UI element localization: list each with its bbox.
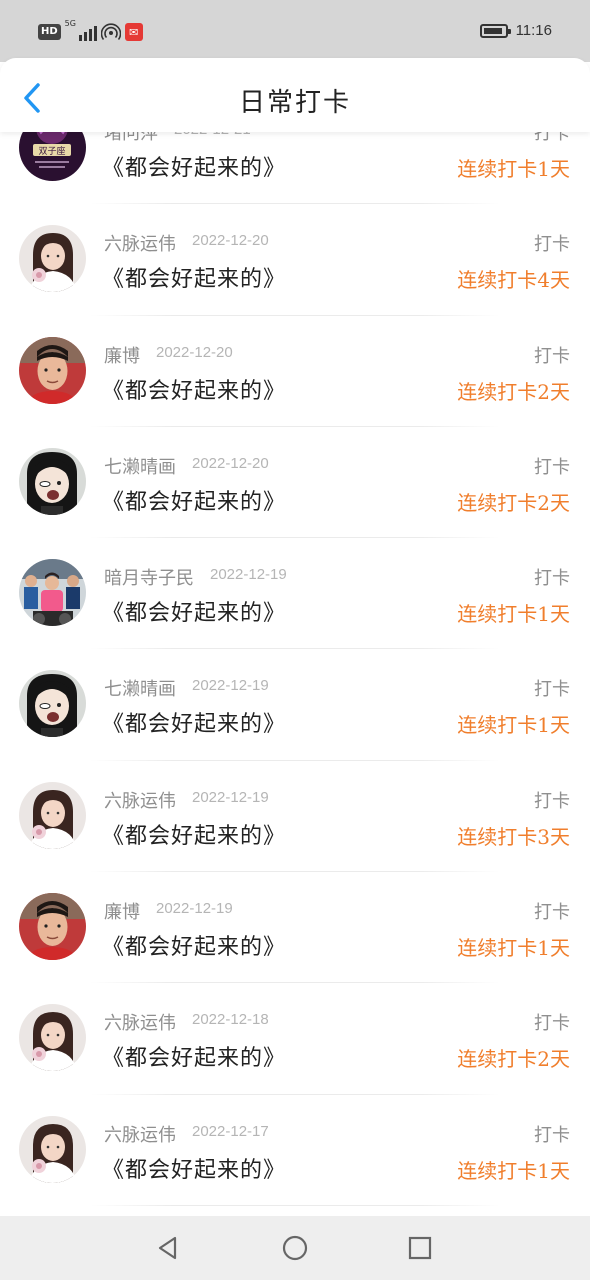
checkin-action-label: 打卡 (534, 1013, 570, 1035)
checkin-date: 2022-12-19 (192, 677, 269, 695)
user-name[interactable]: 廉博 (104, 342, 140, 368)
book-title[interactable]: 《都会好起来的》 (102, 150, 286, 182)
checkin-list-item[interactable]: 廉博 2022-12-20 打卡《都会好起来的》 连续打卡2天 (0, 316, 590, 427)
checkin-action-label: 打卡 (534, 568, 570, 590)
streak-label: 连续打卡1天 (457, 713, 570, 738)
checkin-list-item[interactable]: 六脉运伟 2022-12-20 打卡《都会好起来的》 连续打卡4天 (0, 204, 590, 316)
checkin-date: 2022-12-18 (192, 1011, 269, 1029)
checkin-date: 2022-12-20 (192, 232, 269, 250)
user-name[interactable]: 六脉运伟 (104, 787, 176, 813)
book-title[interactable]: 《都会好起来的》 (102, 1040, 286, 1072)
user-avatar[interactable] (19, 1115, 86, 1183)
checkin-action-label: 打卡 (534, 1124, 570, 1146)
hotspot-icon (100, 22, 121, 42)
svg-text:双子座: 双子座 (38, 145, 65, 157)
hd-icon: HD (38, 24, 61, 40)
user-name[interactable]: 暗月寺子民 (104, 564, 194, 590)
status-icons-left: HD 5G ✉ (38, 19, 143, 42)
checkin-date: 2022-12-17 (192, 1122, 269, 1140)
status-time: 11:16 (515, 22, 552, 39)
row-divider (90, 1204, 500, 1206)
checkin-date: 2022-12-19 (210, 566, 287, 584)
user-name[interactable]: 六脉运伟 (104, 1121, 176, 1147)
streak-label: 连续打卡2天 (457, 1047, 570, 1072)
checkin-date: 2022-12-20 (192, 454, 269, 472)
streak-label: 连续打卡4天 (457, 268, 570, 293)
checkin-action-label: 打卡 (534, 679, 570, 701)
book-title[interactable]: 《都会好起来的》 (102, 706, 286, 738)
app-notification-icon: ✉ (124, 23, 143, 41)
user-name[interactable]: 七濑晴画 (104, 453, 176, 479)
checkin-date: 2022-12-19 (156, 900, 233, 918)
page-title: 日常打卡 (238, 88, 351, 118)
status-icons-right: 11:16 (479, 22, 552, 39)
streak-label: 连续打卡3天 (457, 824, 570, 849)
book-title[interactable]: 《都会好起来的》 (102, 373, 286, 405)
user-avatar[interactable] (19, 1004, 86, 1072)
checkin-list-item[interactable]: 七濑晴画 2022-12-20 打卡《都会好起来的》 连续打卡2天 (0, 427, 590, 539)
system-nav-bar (0, 1216, 590, 1280)
battery-icon (479, 23, 511, 38)
user-avatar[interactable] (19, 336, 86, 404)
user-name[interactable]: 六脉运伟 (104, 1009, 176, 1035)
recents-square-icon (408, 1236, 432, 1260)
checkin-list-item[interactable]: 七濑晴画 2022-12-19 打卡《都会好起来的》 连续打卡1天 (0, 649, 590, 761)
nav-recents-button[interactable] (404, 1232, 436, 1264)
user-avatar[interactable] (19, 670, 86, 738)
checkin-date: 2022-12-19 (192, 788, 269, 806)
checkin-list-item[interactable]: 六脉运伟 2022-12-19 打卡《都会好起来的》 连续打卡3天 (0, 761, 590, 873)
back-triangle-icon (158, 1236, 177, 1260)
checkin-list: 双子座堵问萍2022-12-21打卡《都会好起来的》连续打卡1天六脉运伟2022… (0, 103, 590, 1206)
status-bar: HD 5G ✉ 11:16 (0, 0, 590, 62)
user-avatar[interactable] (19, 781, 86, 849)
network-type-label: 5G (64, 19, 76, 28)
streak-label: 连续打卡1天 (457, 1158, 570, 1183)
checkin-action-label: 打卡 (534, 456, 570, 478)
nav-home-button[interactable] (279, 1232, 311, 1264)
book-title[interactable]: 《都会好起来的》 (102, 929, 286, 961)
book-title[interactable]: 《都会好起来的》 (102, 1152, 286, 1184)
streak-label: 连续打卡2天 (457, 490, 570, 515)
book-title[interactable]: 《都会好起来的》 (102, 818, 286, 850)
streak-label: 连续打卡1天 (457, 936, 570, 961)
checkin-list-item[interactable]: 六脉运伟 2022-12-17 打卡《都会好起来的》 连续打卡1天 (0, 1095, 590, 1206)
checkin-list-item[interactable]: 廉博 2022-12-19 打卡《都会好起来的》 连续打卡1天 (0, 872, 590, 984)
checkin-list-item[interactable]: 暗月寺子民 2022-12-19 打卡《都会好起来的》 连续打卡1天 (0, 538, 590, 650)
checkin-action-label: 打卡 (534, 790, 570, 812)
user-name[interactable]: 七濑晴画 (104, 675, 176, 701)
checkin-action-label: 打卡 (534, 234, 570, 256)
user-avatar[interactable] (19, 559, 86, 627)
home-circle-icon (282, 1235, 308, 1261)
nav-back-button[interactable] (152, 1232, 184, 1264)
book-title[interactable]: 《都会好起来的》 (102, 595, 286, 627)
user-name[interactable]: 廉博 (104, 898, 140, 924)
user-avatar[interactable] (19, 225, 86, 293)
streak-label: 连续打卡1天 (457, 602, 570, 627)
user-name[interactable]: 六脉运伟 (104, 230, 176, 256)
signal-icon: 5G (65, 19, 97, 41)
streak-label: 连续打卡2天 (457, 379, 570, 404)
checkin-list-item[interactable]: 六脉运伟 2022-12-18 打卡《都会好起来的》 连续打卡2天 (0, 983, 590, 1095)
streak-label: 连续打卡1天 (457, 157, 570, 181)
checkin-date: 2022-12-20 (156, 343, 233, 361)
book-title[interactable]: 《都会好起来的》 (102, 484, 286, 516)
user-avatar[interactable] (19, 447, 86, 515)
user-avatar[interactable] (19, 893, 86, 961)
header: 日常打卡 (0, 58, 590, 132)
book-title[interactable]: 《都会好起来的》 (102, 261, 286, 293)
checkin-action-label: 打卡 (534, 902, 570, 924)
checkin-action-label: 打卡 (534, 345, 570, 367)
